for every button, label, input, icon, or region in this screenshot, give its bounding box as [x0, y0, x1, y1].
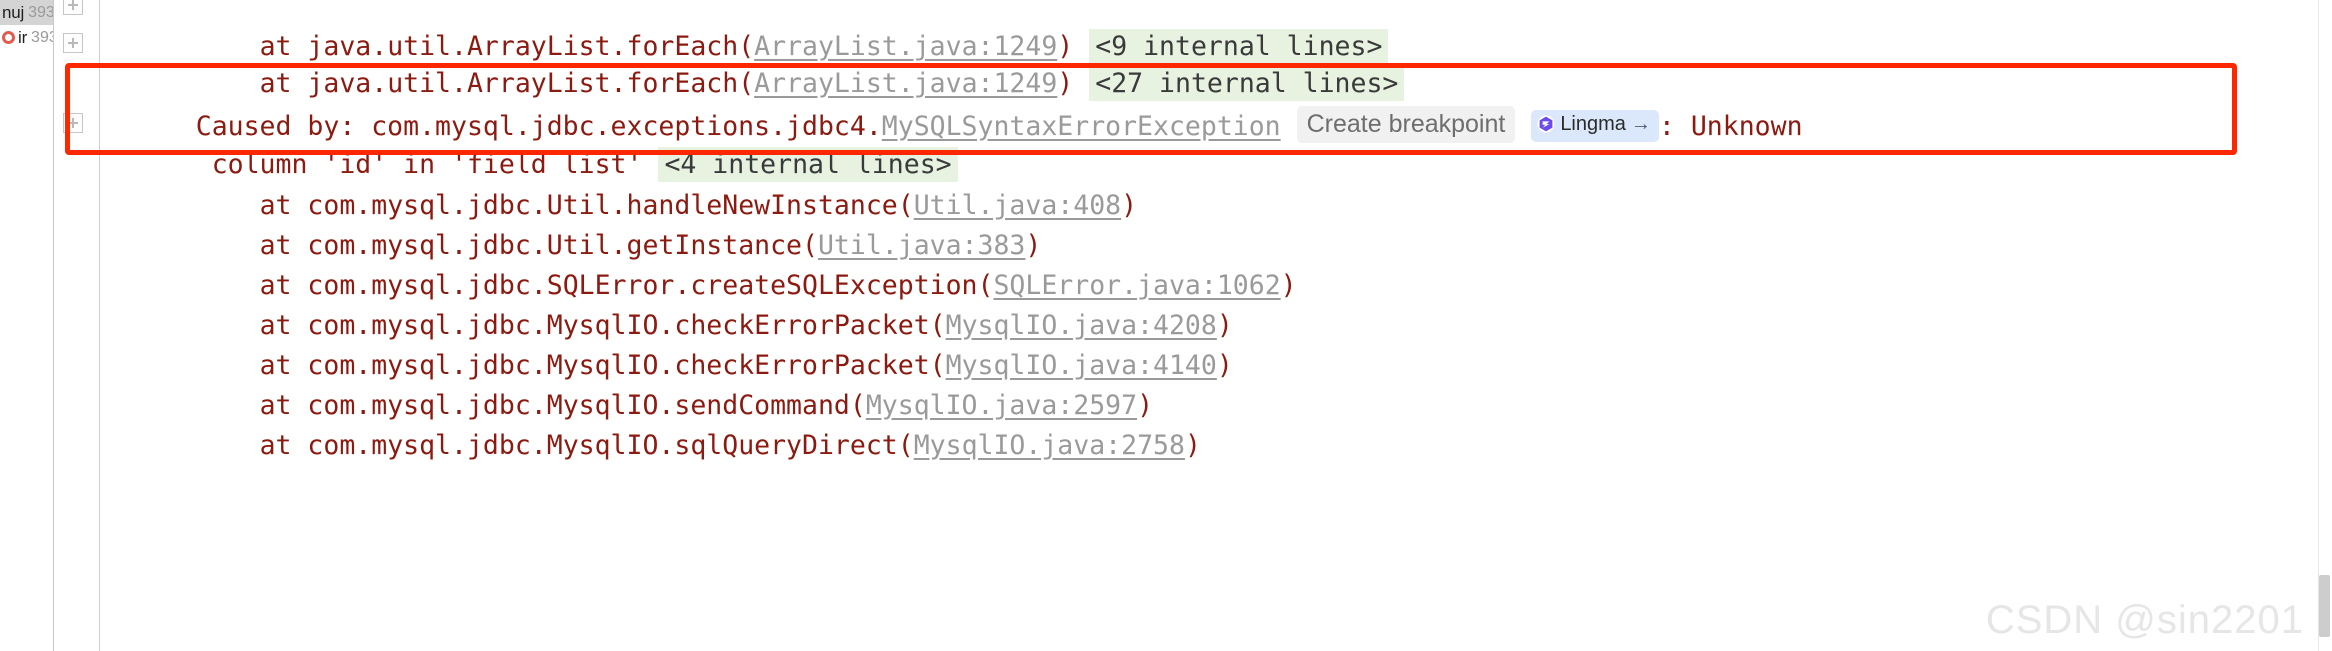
stack-trace-line[interactable]: at com.mysql.jdbc.MysqlIO.sendCommand(My…	[100, 346, 1153, 421]
create-breakpoint-chip[interactable]: Create breakpoint	[1296, 106, 1516, 143]
sidebar-item-duration: 393 ms	[31, 28, 53, 46]
stack-line-suffix: )	[1216, 350, 1233, 381]
source-link[interactable]: MysqlIO.java:2758	[914, 430, 1185, 461]
console-scrollbar[interactable]	[2318, 0, 2332, 651]
caused-by-separator: :	[1658, 111, 1691, 142]
caused-by-line-continued[interactable]: column 'id' in 'field list' <4 internal …	[100, 105, 958, 182]
stack-trace-line[interactable]: at java.util.ArrayList.forEach(ArrayList…	[100, 0, 1389, 64]
expand-fold-icon[interactable]	[63, 33, 83, 53]
stack-line-suffix: )	[1280, 270, 1297, 301]
test-results-sidebar[interactable]: nuj 393 ms ir 393 ms	[0, 0, 54, 651]
stack-trace-line[interactable]: at java.util.ArrayList.forEach(ArrayList…	[100, 24, 1405, 101]
expand-fold-icon[interactable]	[63, 113, 83, 133]
sidebar-item-test-0[interactable]: nuj 393 ms	[0, 0, 53, 25]
lingma-arrow-icon: →	[1630, 113, 1651, 135]
lingma-chip-label: Lingma	[1560, 113, 1626, 135]
stack-line-indent	[196, 430, 260, 461]
stack-trace-line[interactable]: at com.mysql.jdbc.MysqlIO.checkErrorPack…	[100, 266, 1233, 341]
scrollbar-thumb[interactable]	[2319, 575, 2330, 637]
stack-trace-line[interactable]: at com.mysql.jdbc.MysqlIO.sqlQueryDirect…	[100, 386, 1201, 461]
lingma-assistant-chip[interactable]: Lingma →	[1531, 110, 1659, 142]
csdn-watermark: CSDN @sin2201	[1985, 598, 2304, 642]
stack-trace-console[interactable]: at java.util.ArrayList.forEach(ArrayList…	[100, 0, 2332, 651]
caused-by-line[interactable]: Caused by: com.mysql.jdbc.exceptions.jdb…	[100, 66, 1803, 143]
sidebar-item-duration: 393 ms	[28, 3, 54, 21]
caused-by-message: Unknown	[1690, 111, 1803, 142]
sidebar-item-label: ir	[18, 27, 28, 47]
stack-trace-line[interactable]: at com.mysql.jdbc.SQLError.createSQLExce…	[100, 226, 1297, 301]
sidebar-item-test-1[interactable]: ir 393 ms	[0, 25, 53, 50]
lingma-icon	[1537, 115, 1555, 138]
ide-run-console-screenshot: nuj 393 ms ir 393 ms at java.util.ArrayL…	[0, 0, 2332, 651]
stack-trace-line[interactable]: at com.mysql.jdbc.MysqlIO.checkErrorPack…	[100, 306, 1233, 381]
stack-trace-line[interactable]: at com.mysql.jdbc.Util.getInstance(Util.…	[100, 186, 1042, 261]
stack-line-text: at com.mysql.jdbc.MysqlIO.sqlQueryDirect…	[259, 430, 914, 461]
stack-trace-line[interactable]: at com.mysql.jdbc.Util.handleNewInstance…	[100, 146, 1138, 221]
failed-test-icon	[2, 31, 15, 44]
stack-line-suffix: )	[1121, 190, 1138, 221]
sidebar-item-label: nuj	[2, 2, 25, 22]
expand-fold-icon[interactable]	[63, 0, 83, 15]
console-gutter	[55, 0, 100, 651]
stack-line-suffix: )	[1184, 430, 1201, 461]
